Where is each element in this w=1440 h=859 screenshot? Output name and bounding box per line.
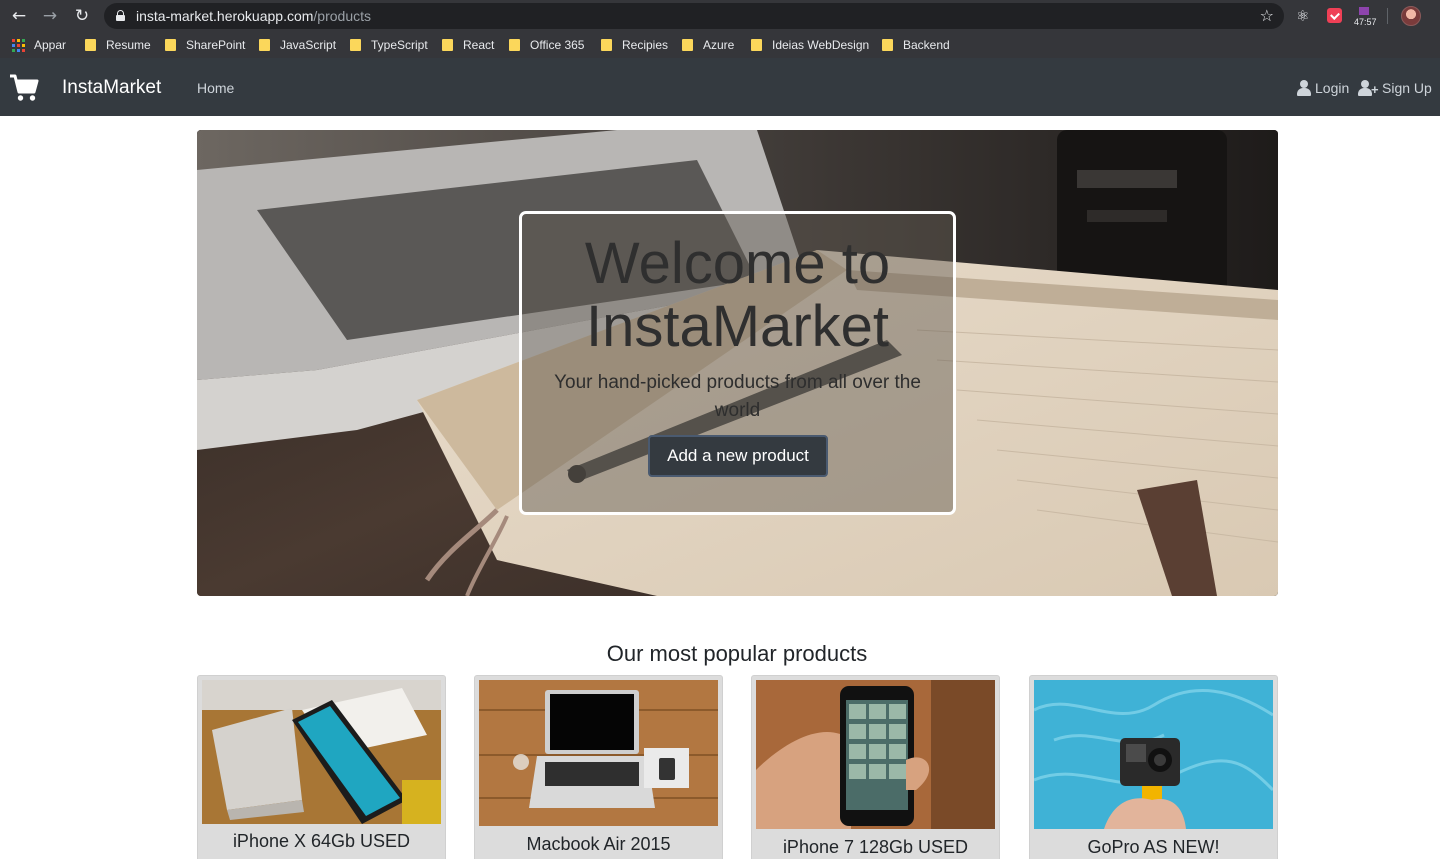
bookmarks-bar: Appar Resume SharePoint JavaScript TypeS…: [0, 32, 1440, 58]
product-name: GoPro AS NEW!: [1087, 837, 1220, 857]
product-card[interactable]: Macbook Air 2015: [474, 675, 723, 859]
bookmark-label: Ideias WebDesign: [772, 38, 870, 52]
bookmark-backend[interactable]: Backend: [882, 37, 950, 53]
bookmark-label: TypeScript: [371, 38, 428, 52]
folder-icon: [442, 39, 453, 51]
forward-arrow-icon[interactable]: →: [40, 6, 60, 26]
toolbar-divider: [1387, 8, 1388, 24]
url-host: insta-market.herokuapp.com: [136, 8, 314, 24]
signup-link[interactable]: + Sign Up: [1357, 78, 1432, 98]
bookmark-label: Office 365: [530, 38, 585, 52]
folder-icon: [85, 39, 96, 51]
app-navbar: InstaMarket Home Login + Sign Up: [0, 58, 1440, 116]
product-image: [756, 680, 995, 829]
bookmark-label: Resume: [106, 38, 151, 52]
bookmark-resume[interactable]: Resume: [85, 37, 151, 53]
login-label: Login: [1315, 80, 1350, 96]
folder-icon: [882, 39, 893, 51]
folder-icon: [601, 39, 612, 51]
popular-products-heading: Our most popular products: [606, 641, 868, 666]
product-name: iPhone 7 128Gb USED: [782, 837, 969, 857]
bookmark-azure[interactable]: Azure: [682, 37, 734, 53]
product-image: [479, 680, 718, 826]
folder-icon: [259, 39, 270, 51]
product-card[interactable]: iPhone X 64Gb USED: [197, 675, 446, 859]
browser-toolbar: ← → ↻ insta-market.herokuapp.com/product…: [0, 0, 1440, 32]
bookmark-javascript[interactable]: JavaScript: [259, 37, 336, 53]
product-image: [202, 680, 441, 824]
signup-label: Sign Up: [1382, 80, 1432, 96]
folder-icon: [509, 39, 520, 51]
bookmark-sharepoint[interactable]: SharePoint: [165, 37, 245, 53]
folder-icon: [751, 39, 762, 51]
bookmark-ideias-webdesign[interactable]: Ideias WebDesign: [751, 37, 869, 53]
back-arrow-icon[interactable]: ←: [9, 6, 29, 26]
bookmark-recipies[interactable]: Recipies: [601, 37, 668, 53]
product-card[interactable]: iPhone 7 128Gb USED: [751, 675, 1000, 859]
bookmark-office365[interactable]: Office 365: [509, 37, 584, 53]
bookmark-label: Backend: [903, 38, 950, 52]
product-image: [1034, 680, 1273, 829]
bookmark-label: Appar: [34, 38, 67, 52]
url-text: insta-market.herokuapp.com/products: [136, 8, 371, 24]
profile-avatar[interactable]: [1401, 6, 1421, 26]
hero-banner: Welcome to InstaMarket Your hand-picked …: [197, 130, 1278, 596]
pocket-icon[interactable]: [1327, 8, 1342, 23]
bookmark-react[interactable]: React: [442, 37, 494, 53]
login-link[interactable]: Login: [1297, 78, 1349, 98]
bookmark-label: SharePoint: [186, 38, 246, 52]
apps-grid-icon: [12, 38, 25, 52]
bookmark-typescript[interactable]: TypeScript: [350, 37, 428, 53]
add-product-button[interactable]: Add a new product: [648, 435, 828, 477]
bookmark-label: React: [463, 38, 495, 52]
url-path: /products: [313, 8, 372, 24]
folder-icon: [682, 39, 693, 51]
reload-icon[interactable]: ↻: [72, 6, 92, 26]
product-name: iPhone X 64Gb USED: [232, 831, 411, 851]
bookmark-apps[interactable]: Appar: [12, 37, 66, 53]
folder-icon: [350, 39, 361, 51]
hero-subtitle: Your hand-picked products from all over …: [554, 372, 921, 421]
address-bar[interactable]: insta-market.herokuapp.com/products ☆: [104, 3, 1284, 29]
react-devtools-icon[interactable]: ⚛: [1296, 6, 1312, 26]
timer-icon[interactable]: 47:57: [1353, 6, 1381, 27]
bookmark-label: JavaScript: [280, 38, 337, 52]
product-name: Macbook Air 2015: [526, 834, 671, 854]
product-card[interactable]: GoPro AS NEW!: [1029, 675, 1278, 859]
user-plus-icon: +: [1357, 80, 1379, 96]
lock-icon: [116, 10, 125, 21]
brand-name[interactable]: InstaMarket: [62, 77, 161, 99]
timer-badge: 47:57: [1354, 17, 1377, 27]
bookmark-label: Recipies: [622, 38, 669, 52]
user-icon: [1297, 80, 1311, 96]
shopping-cart-icon[interactable]: [9, 74, 39, 102]
bookmark-label: Azure: [703, 38, 735, 52]
star-icon[interactable]: ☆: [1260, 6, 1274, 25]
hero-title: Welcome to InstaMarket: [584, 231, 891, 359]
nav-link-home[interactable]: Home: [197, 80, 234, 96]
hero-welcome-panel: Welcome to InstaMarket Your hand-picked …: [519, 211, 956, 515]
folder-icon: [165, 39, 176, 51]
